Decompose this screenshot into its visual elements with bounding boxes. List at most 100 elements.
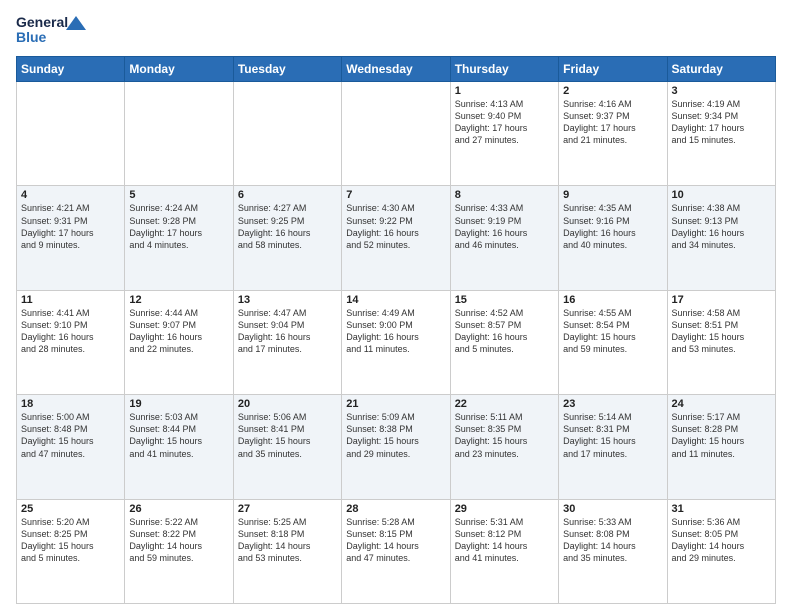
calendar-cell: 21Sunrise: 5:09 AM Sunset: 8:38 PM Dayli… [342, 395, 450, 499]
day-number: 14 [346, 294, 445, 306]
calendar-cell: 19Sunrise: 5:03 AM Sunset: 8:44 PM Dayli… [125, 395, 233, 499]
calendar-cell: 18Sunrise: 5:00 AM Sunset: 8:48 PM Dayli… [17, 395, 125, 499]
calendar-cell: 10Sunrise: 4:38 AM Sunset: 9:13 PM Dayli… [667, 186, 775, 290]
calendar-cell: 2Sunrise: 4:16 AM Sunset: 9:37 PM Daylig… [559, 82, 667, 186]
calendar-cell: 8Sunrise: 4:33 AM Sunset: 9:19 PM Daylig… [450, 186, 558, 290]
weekday-header-saturday: Saturday [667, 57, 775, 82]
day-info: Sunrise: 5:22 AM Sunset: 8:22 PM Dayligh… [129, 516, 228, 565]
day-info: Sunrise: 5:25 AM Sunset: 8:18 PM Dayligh… [238, 516, 337, 565]
calendar-cell: 13Sunrise: 4:47 AM Sunset: 9:04 PM Dayli… [233, 290, 341, 394]
day-info: Sunrise: 5:36 AM Sunset: 8:05 PM Dayligh… [672, 516, 771, 565]
day-number: 15 [455, 294, 554, 306]
day-number: 17 [672, 294, 771, 306]
day-info: Sunrise: 4:52 AM Sunset: 8:57 PM Dayligh… [455, 307, 554, 356]
calendar-week-4: 18Sunrise: 5:00 AM Sunset: 8:48 PM Dayli… [17, 395, 776, 499]
calendar-cell: 5Sunrise: 4:24 AM Sunset: 9:28 PM Daylig… [125, 186, 233, 290]
day-info: Sunrise: 5:06 AM Sunset: 8:41 PM Dayligh… [238, 411, 337, 460]
calendar-cell: 31Sunrise: 5:36 AM Sunset: 8:05 PM Dayli… [667, 499, 775, 603]
calendar-cell: 28Sunrise: 5:28 AM Sunset: 8:15 PM Dayli… [342, 499, 450, 603]
day-info: Sunrise: 4:49 AM Sunset: 9:00 PM Dayligh… [346, 307, 445, 356]
day-info: Sunrise: 4:55 AM Sunset: 8:54 PM Dayligh… [563, 307, 662, 356]
calendar-cell: 17Sunrise: 4:58 AM Sunset: 8:51 PM Dayli… [667, 290, 775, 394]
calendar-cell: 4Sunrise: 4:21 AM Sunset: 9:31 PM Daylig… [17, 186, 125, 290]
day-number: 30 [563, 503, 662, 515]
day-number: 9 [563, 189, 662, 201]
day-number: 13 [238, 294, 337, 306]
day-number: 25 [21, 503, 120, 515]
calendar-cell: 20Sunrise: 5:06 AM Sunset: 8:41 PM Dayli… [233, 395, 341, 499]
day-number: 18 [21, 398, 120, 410]
day-number: 29 [455, 503, 554, 515]
day-info: Sunrise: 5:17 AM Sunset: 8:28 PM Dayligh… [672, 411, 771, 460]
day-number: 28 [346, 503, 445, 515]
calendar-cell: 16Sunrise: 4:55 AM Sunset: 8:54 PM Dayli… [559, 290, 667, 394]
calendar-week-3: 11Sunrise: 4:41 AM Sunset: 9:10 PM Dayli… [17, 290, 776, 394]
day-number: 19 [129, 398, 228, 410]
day-number: 6 [238, 189, 337, 201]
day-number: 22 [455, 398, 554, 410]
logo: GeneralBlue [16, 12, 88, 48]
calendar-cell [17, 82, 125, 186]
calendar-header-row: SundayMondayTuesdayWednesdayThursdayFrid… [17, 57, 776, 82]
day-info: Sunrise: 4:35 AM Sunset: 9:16 PM Dayligh… [563, 202, 662, 251]
weekday-header-monday: Monday [125, 57, 233, 82]
svg-text:Blue: Blue [16, 29, 47, 45]
day-info: Sunrise: 4:16 AM Sunset: 9:37 PM Dayligh… [563, 98, 662, 147]
calendar-cell: 22Sunrise: 5:11 AM Sunset: 8:35 PM Dayli… [450, 395, 558, 499]
day-info: Sunrise: 5:20 AM Sunset: 8:25 PM Dayligh… [21, 516, 120, 565]
logo-icon: GeneralBlue [16, 12, 88, 48]
day-info: Sunrise: 5:03 AM Sunset: 8:44 PM Dayligh… [129, 411, 228, 460]
calendar-week-2: 4Sunrise: 4:21 AM Sunset: 9:31 PM Daylig… [17, 186, 776, 290]
calendar-cell: 1Sunrise: 4:13 AM Sunset: 9:40 PM Daylig… [450, 82, 558, 186]
header: GeneralBlue [16, 12, 776, 48]
calendar-cell: 26Sunrise: 5:22 AM Sunset: 8:22 PM Dayli… [125, 499, 233, 603]
day-info: Sunrise: 4:19 AM Sunset: 9:34 PM Dayligh… [672, 98, 771, 147]
calendar-cell: 7Sunrise: 4:30 AM Sunset: 9:22 PM Daylig… [342, 186, 450, 290]
day-number: 12 [129, 294, 228, 306]
day-info: Sunrise: 4:44 AM Sunset: 9:07 PM Dayligh… [129, 307, 228, 356]
day-number: 11 [21, 294, 120, 306]
day-number: 4 [21, 189, 120, 201]
day-number: 3 [672, 85, 771, 97]
day-number: 5 [129, 189, 228, 201]
day-info: Sunrise: 4:30 AM Sunset: 9:22 PM Dayligh… [346, 202, 445, 251]
day-info: Sunrise: 4:24 AM Sunset: 9:28 PM Dayligh… [129, 202, 228, 251]
day-info: Sunrise: 4:13 AM Sunset: 9:40 PM Dayligh… [455, 98, 554, 147]
day-info: Sunrise: 4:47 AM Sunset: 9:04 PM Dayligh… [238, 307, 337, 356]
calendar-table: SundayMondayTuesdayWednesdayThursdayFrid… [16, 56, 776, 604]
day-number: 2 [563, 85, 662, 97]
calendar-cell: 29Sunrise: 5:31 AM Sunset: 8:12 PM Dayli… [450, 499, 558, 603]
calendar-week-5: 25Sunrise: 5:20 AM Sunset: 8:25 PM Dayli… [17, 499, 776, 603]
day-number: 31 [672, 503, 771, 515]
calendar-cell [233, 82, 341, 186]
day-info: Sunrise: 4:58 AM Sunset: 8:51 PM Dayligh… [672, 307, 771, 356]
svg-text:General: General [16, 14, 68, 30]
day-info: Sunrise: 5:11 AM Sunset: 8:35 PM Dayligh… [455, 411, 554, 460]
day-info: Sunrise: 5:31 AM Sunset: 8:12 PM Dayligh… [455, 516, 554, 565]
day-info: Sunrise: 4:33 AM Sunset: 9:19 PM Dayligh… [455, 202, 554, 251]
calendar-cell: 24Sunrise: 5:17 AM Sunset: 8:28 PM Dayli… [667, 395, 775, 499]
day-number: 26 [129, 503, 228, 515]
calendar-cell: 3Sunrise: 4:19 AM Sunset: 9:34 PM Daylig… [667, 82, 775, 186]
day-info: Sunrise: 5:09 AM Sunset: 8:38 PM Dayligh… [346, 411, 445, 460]
day-info: Sunrise: 5:00 AM Sunset: 8:48 PM Dayligh… [21, 411, 120, 460]
day-number: 24 [672, 398, 771, 410]
day-number: 27 [238, 503, 337, 515]
calendar-cell [342, 82, 450, 186]
calendar-cell [125, 82, 233, 186]
calendar-cell: 15Sunrise: 4:52 AM Sunset: 8:57 PM Dayli… [450, 290, 558, 394]
day-number: 16 [563, 294, 662, 306]
day-info: Sunrise: 4:38 AM Sunset: 9:13 PM Dayligh… [672, 202, 771, 251]
weekday-header-friday: Friday [559, 57, 667, 82]
day-number: 8 [455, 189, 554, 201]
day-info: Sunrise: 5:14 AM Sunset: 8:31 PM Dayligh… [563, 411, 662, 460]
calendar-cell: 11Sunrise: 4:41 AM Sunset: 9:10 PM Dayli… [17, 290, 125, 394]
day-number: 23 [563, 398, 662, 410]
day-info: Sunrise: 4:21 AM Sunset: 9:31 PM Dayligh… [21, 202, 120, 251]
page: GeneralBlue SundayMondayTuesdayWednesday… [0, 0, 792, 612]
calendar-cell: 30Sunrise: 5:33 AM Sunset: 8:08 PM Dayli… [559, 499, 667, 603]
day-number: 7 [346, 189, 445, 201]
day-info: Sunrise: 4:41 AM Sunset: 9:10 PM Dayligh… [21, 307, 120, 356]
weekday-header-thursday: Thursday [450, 57, 558, 82]
calendar-cell: 9Sunrise: 4:35 AM Sunset: 9:16 PM Daylig… [559, 186, 667, 290]
